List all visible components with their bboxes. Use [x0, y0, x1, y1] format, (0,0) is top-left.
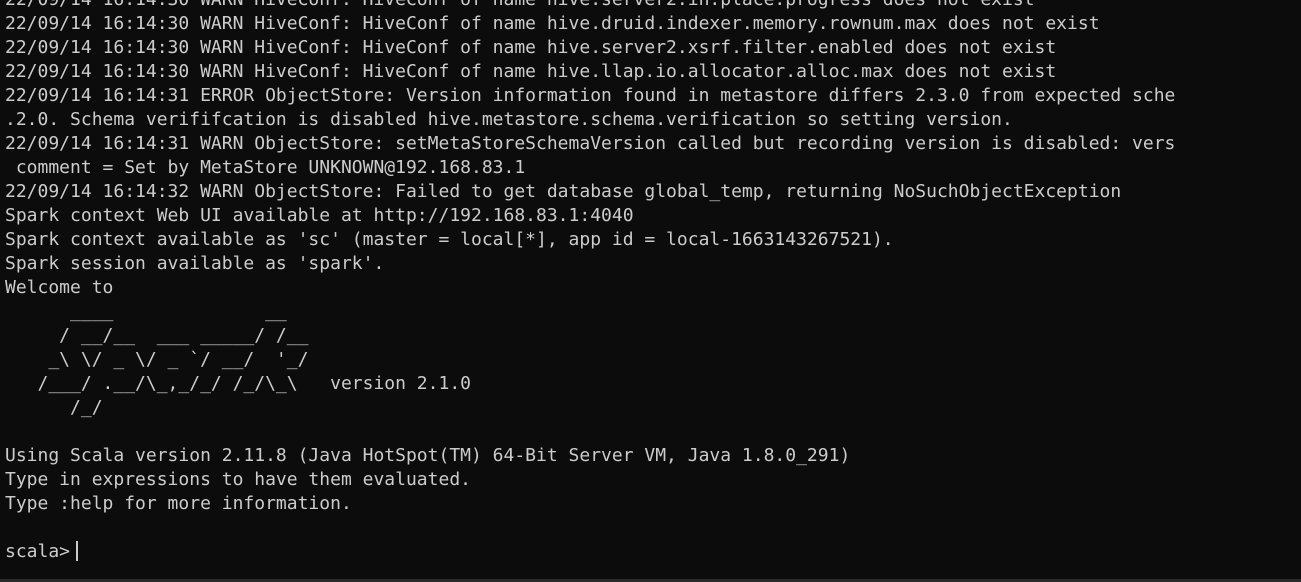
terminal-line: Type in expressions to have them evaluat…	[5, 469, 471, 490]
terminal-line: 22/09/14 16:14:30 WARN HiveConf: HiveCon…	[5, 13, 1100, 34]
prompt-line[interactable]: scala>	[5, 540, 1301, 564]
terminal-line: Spark context Web UI available at http:/…	[5, 205, 634, 226]
terminal-line: Spark session available as 'spark'.	[5, 253, 385, 274]
spark-logo-line: ____ __	[5, 301, 287, 322]
terminal-line: 22/09/14 16:14:32 WARN ObjectStore: Fail…	[5, 181, 1122, 202]
spark-logo-line: /___/ .__/\_,_/_/ /_/\_\ version 2.1.0	[5, 373, 472, 394]
scala-prompt: scala>	[5, 541, 71, 562]
terminal-line: Spark context available as 'sc' (master …	[5, 229, 894, 250]
terminal-window[interactable]: 22/09/14 16:14:30 WARN HiveConf: HiveCon…	[0, 0, 1301, 582]
terminal-line: .2.0. Schema verififcation is disabled h…	[5, 109, 1013, 130]
terminal-line: Welcome to	[5, 277, 114, 298]
terminal-line: comment = Set by MetaStore UNKNOWN@192.1…	[5, 157, 526, 178]
terminal-line: 22/09/14 16:14:31 WARN ObjectStore: setM…	[5, 133, 1176, 154]
terminal-line: 22/09/14 16:14:30 WARN HiveConf: HiveCon…	[5, 61, 1057, 82]
terminal-line: 22/09/14 16:14:30 WARN HiveConf: HiveCon…	[5, 0, 1301, 12]
spark-logo-line: _\ \/ _ \/ _ `/ __/ '_/	[5, 349, 309, 370]
spark-logo-line: /_/	[5, 397, 103, 418]
terminal-line: Type :help for more information.	[5, 493, 352, 514]
terminal-line: Using Scala version 2.11.8 (Java HotSpot…	[5, 445, 851, 466]
text-cursor	[76, 541, 79, 561]
spark-logo-line: / __/__ ___ _____/ /__	[5, 325, 309, 346]
terminal-line: 22/09/14 16:14:31 ERROR ObjectStore: Ver…	[5, 85, 1176, 106]
terminal-output: 22/09/14 16:14:30 WARN HiveConf: HiveCon…	[5, 0, 1301, 564]
terminal-line: 22/09/14 16:14:30 WARN HiveConf: HiveCon…	[5, 37, 1057, 58]
